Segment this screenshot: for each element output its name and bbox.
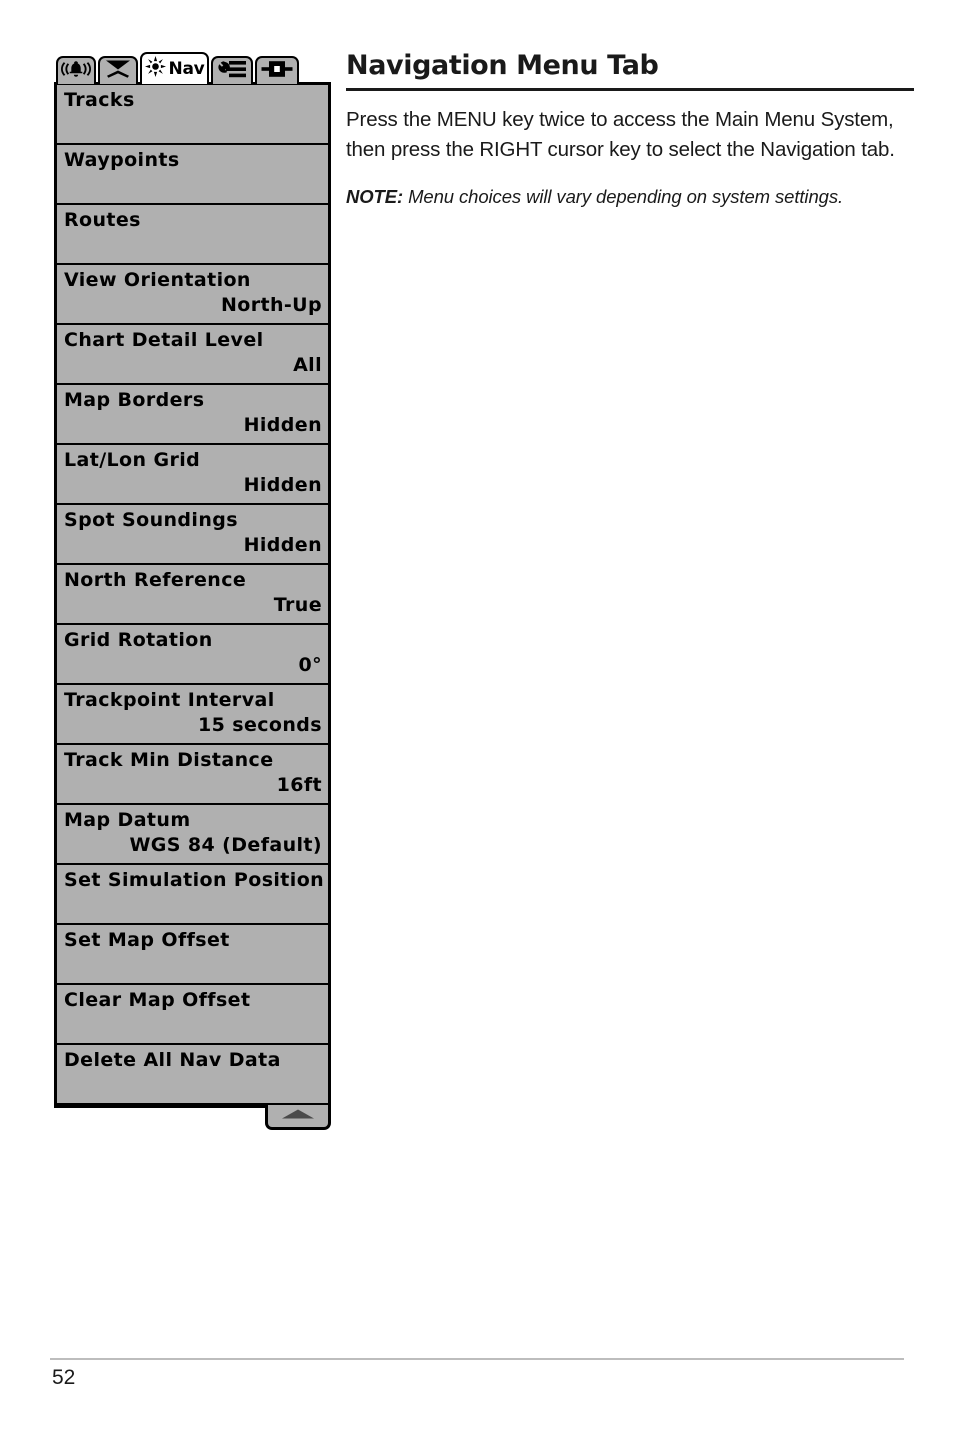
menu-item-value: Hidden <box>243 534 322 556</box>
sonar-icon <box>105 59 131 84</box>
menu-item-spot-soundings[interactable]: Spot Soundings Hidden <box>57 505 328 565</box>
menu-item-value: All <box>293 354 322 376</box>
menu-item-value: Hidden <box>243 474 322 496</box>
menu-tab-bar: Nav <box>54 52 331 84</box>
menu-item-value: True <box>273 594 322 616</box>
footer-divider <box>50 1358 904 1360</box>
menu-item-tracks[interactable]: Tracks <box>57 85 328 145</box>
menu-item-track-min-distance[interactable]: Track Min Distance 16ft <box>57 745 328 805</box>
menu-item-label: North Reference <box>64 569 247 591</box>
menu-item-label: Set Simulation Position <box>64 869 325 891</box>
menu-item-label: Waypoints <box>64 149 180 171</box>
menu-item-label: Lat/Lon Grid <box>64 449 201 471</box>
menu-item-value: North-Up <box>220 294 322 316</box>
menu-item-label: Spot Soundings <box>64 509 238 531</box>
menu-item-map-borders[interactable]: Map Borders Hidden <box>57 385 328 445</box>
page-title: Navigation Menu Tab <box>346 50 659 81</box>
menu-item-label: Grid Rotation <box>64 629 213 651</box>
menu-item-lat-lon-grid[interactable]: Lat/Lon Grid Hidden <box>57 445 328 505</box>
fishfinder-menu-screenshot: Nav Tracks Waypoints Routes View Orienta… <box>54 52 331 1130</box>
manual-page: Nav Tracks Waypoints Routes View Orienta… <box>0 0 954 1431</box>
scroll-up-button[interactable] <box>265 1105 331 1130</box>
menu-item-value: WGS 84 (Default) <box>129 834 322 856</box>
menu-item-label: Delete All Nav Data <box>64 1049 281 1071</box>
menu-item-value: Hidden <box>243 414 322 436</box>
menu-item-label: Routes <box>64 209 141 231</box>
compass-icon <box>144 56 166 82</box>
menu-item-set-simulation-position[interactable]: Set Simulation Position <box>57 865 328 925</box>
menu-item-label: Map Borders <box>64 389 205 411</box>
menu-item-label: Map Datum <box>64 809 191 831</box>
menu-item-label: Trackpoint Interval <box>64 689 275 711</box>
tab-navigation[interactable]: Nav <box>140 52 209 84</box>
navigation-menu-list: Tracks Waypoints Routes View Orientation… <box>54 82 331 1130</box>
menu-item-value: 15 seconds <box>197 714 322 736</box>
menu-item-north-reference[interactable]: North Reference True <box>57 565 328 625</box>
tab-navigation-label: Nav <box>168 58 205 79</box>
scroll-up-arrow-icon <box>280 1107 316 1125</box>
menu-item-label: Track Min Distance <box>64 749 274 771</box>
menu-item-value: 16ft <box>276 774 322 796</box>
menu-item-trackpoint-interval[interactable]: Trackpoint Interval 15 seconds <box>57 685 328 745</box>
menu-item-clear-map-offset[interactable]: Clear Map Offset <box>57 985 328 1045</box>
tab-alarms[interactable] <box>56 56 96 84</box>
tab-sonar[interactable] <box>98 56 138 84</box>
display-icon <box>261 60 293 83</box>
tab-setup[interactable] <box>211 56 253 84</box>
menu-item-label: View Orientation <box>64 269 251 291</box>
menu-item-label: Tracks <box>64 89 135 111</box>
menu-item-grid-rotation[interactable]: Grid Rotation 0° <box>57 625 328 685</box>
menu-item-value: 0° <box>298 654 322 676</box>
wrench-icon <box>217 60 247 83</box>
intro-paragraph: Press the MENU key twice to access the M… <box>346 108 895 161</box>
menu-item-label: Clear Map Offset <box>64 989 251 1011</box>
menu-item-label: Set Map Offset <box>64 929 230 951</box>
menu-item-map-datum[interactable]: Map Datum WGS 84 (Default) <box>57 805 328 865</box>
menu-item-label: Chart Detail Level <box>64 329 264 351</box>
bell-icon <box>60 60 92 83</box>
note-paragraph: NOTE: Menu choices will vary depending o… <box>346 183 914 211</box>
note-label: NOTE: <box>346 186 404 207</box>
menu-item-waypoints[interactable]: Waypoints <box>57 145 328 205</box>
tab-views[interactable] <box>255 56 299 84</box>
article-column: Navigation Menu Tab Press the MENU key t… <box>346 50 914 211</box>
menu-item-routes[interactable]: Routes <box>57 205 328 265</box>
title-underline <box>346 88 914 91</box>
page-number: 52 <box>52 1366 76 1389</box>
menu-item-chart-detail-level[interactable]: Chart Detail Level All <box>57 325 328 385</box>
menu-item-set-map-offset[interactable]: Set Map Offset <box>57 925 328 985</box>
note-text: Menu choices will vary depending on syst… <box>403 186 844 207</box>
menu-item-view-orientation[interactable]: View Orientation North-Up <box>57 265 328 325</box>
menu-item-delete-all-nav-data[interactable]: Delete All Nav Data <box>57 1045 328 1105</box>
